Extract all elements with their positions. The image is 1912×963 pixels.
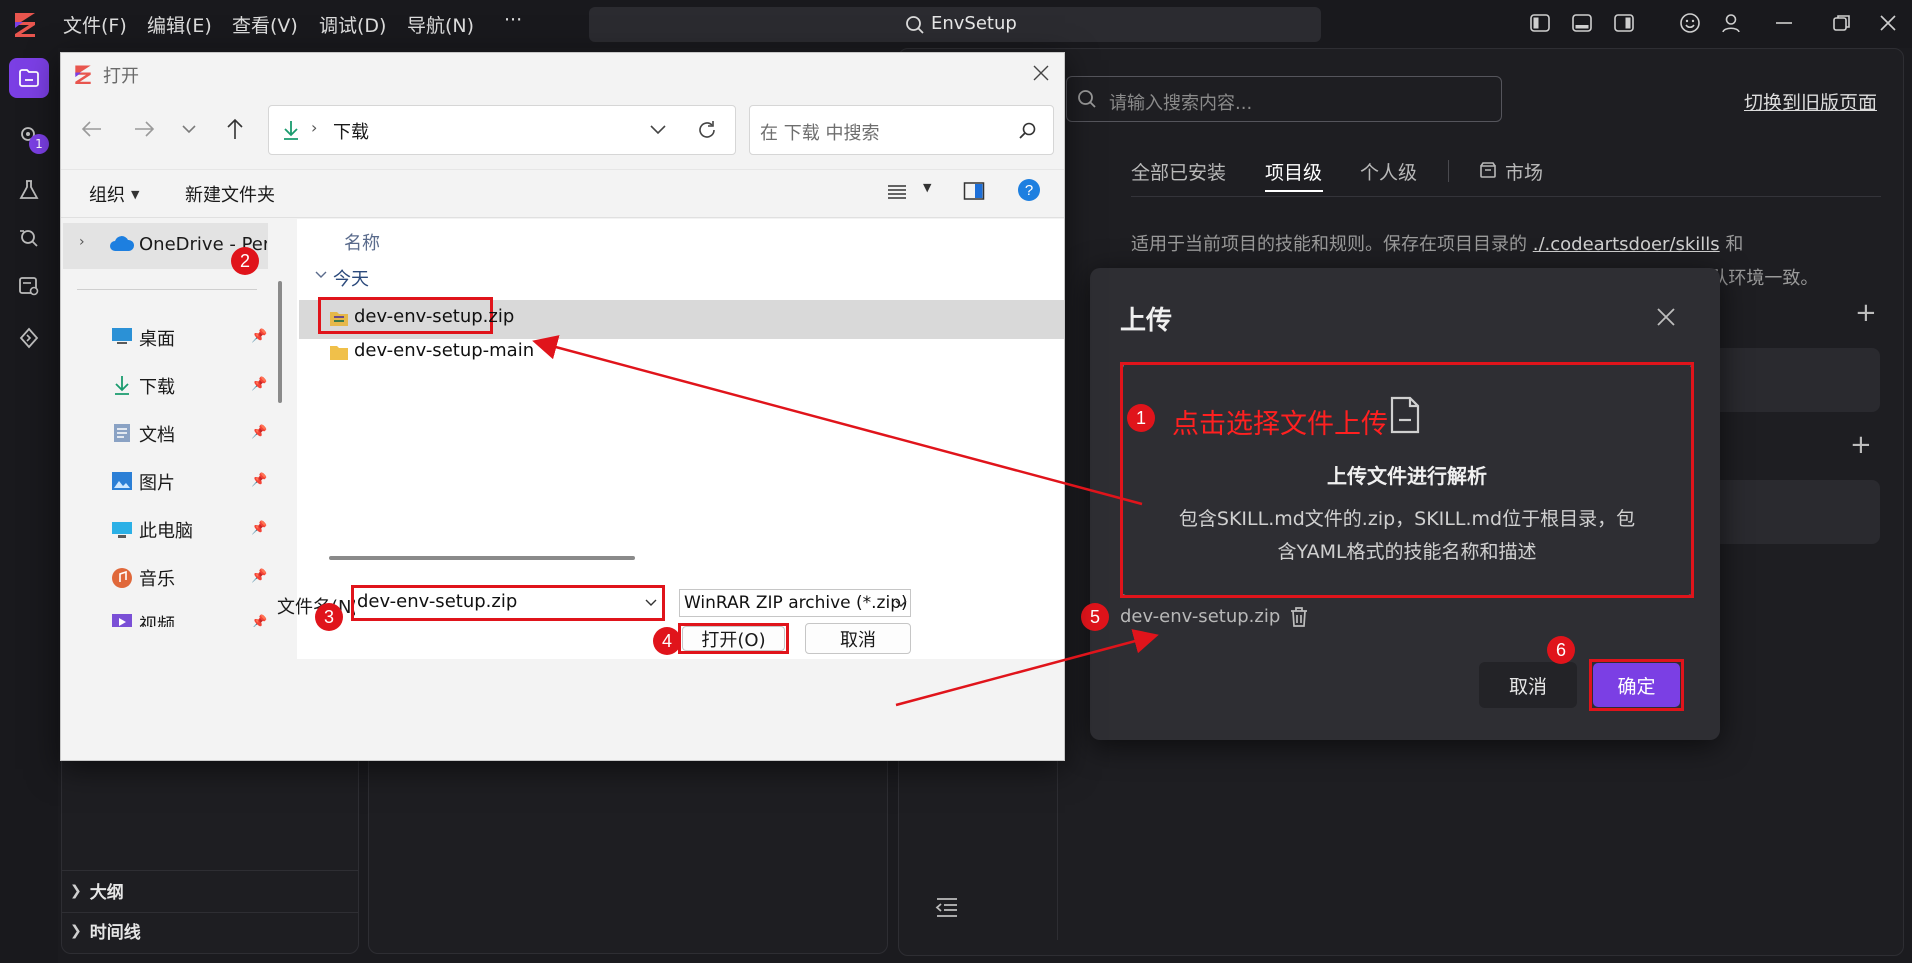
annotation-arrows bbox=[532, 335, 1159, 707]
arrow-to-selected-file bbox=[895, 629, 1159, 707]
arrow-to-zip-file bbox=[532, 335, 1143, 506]
